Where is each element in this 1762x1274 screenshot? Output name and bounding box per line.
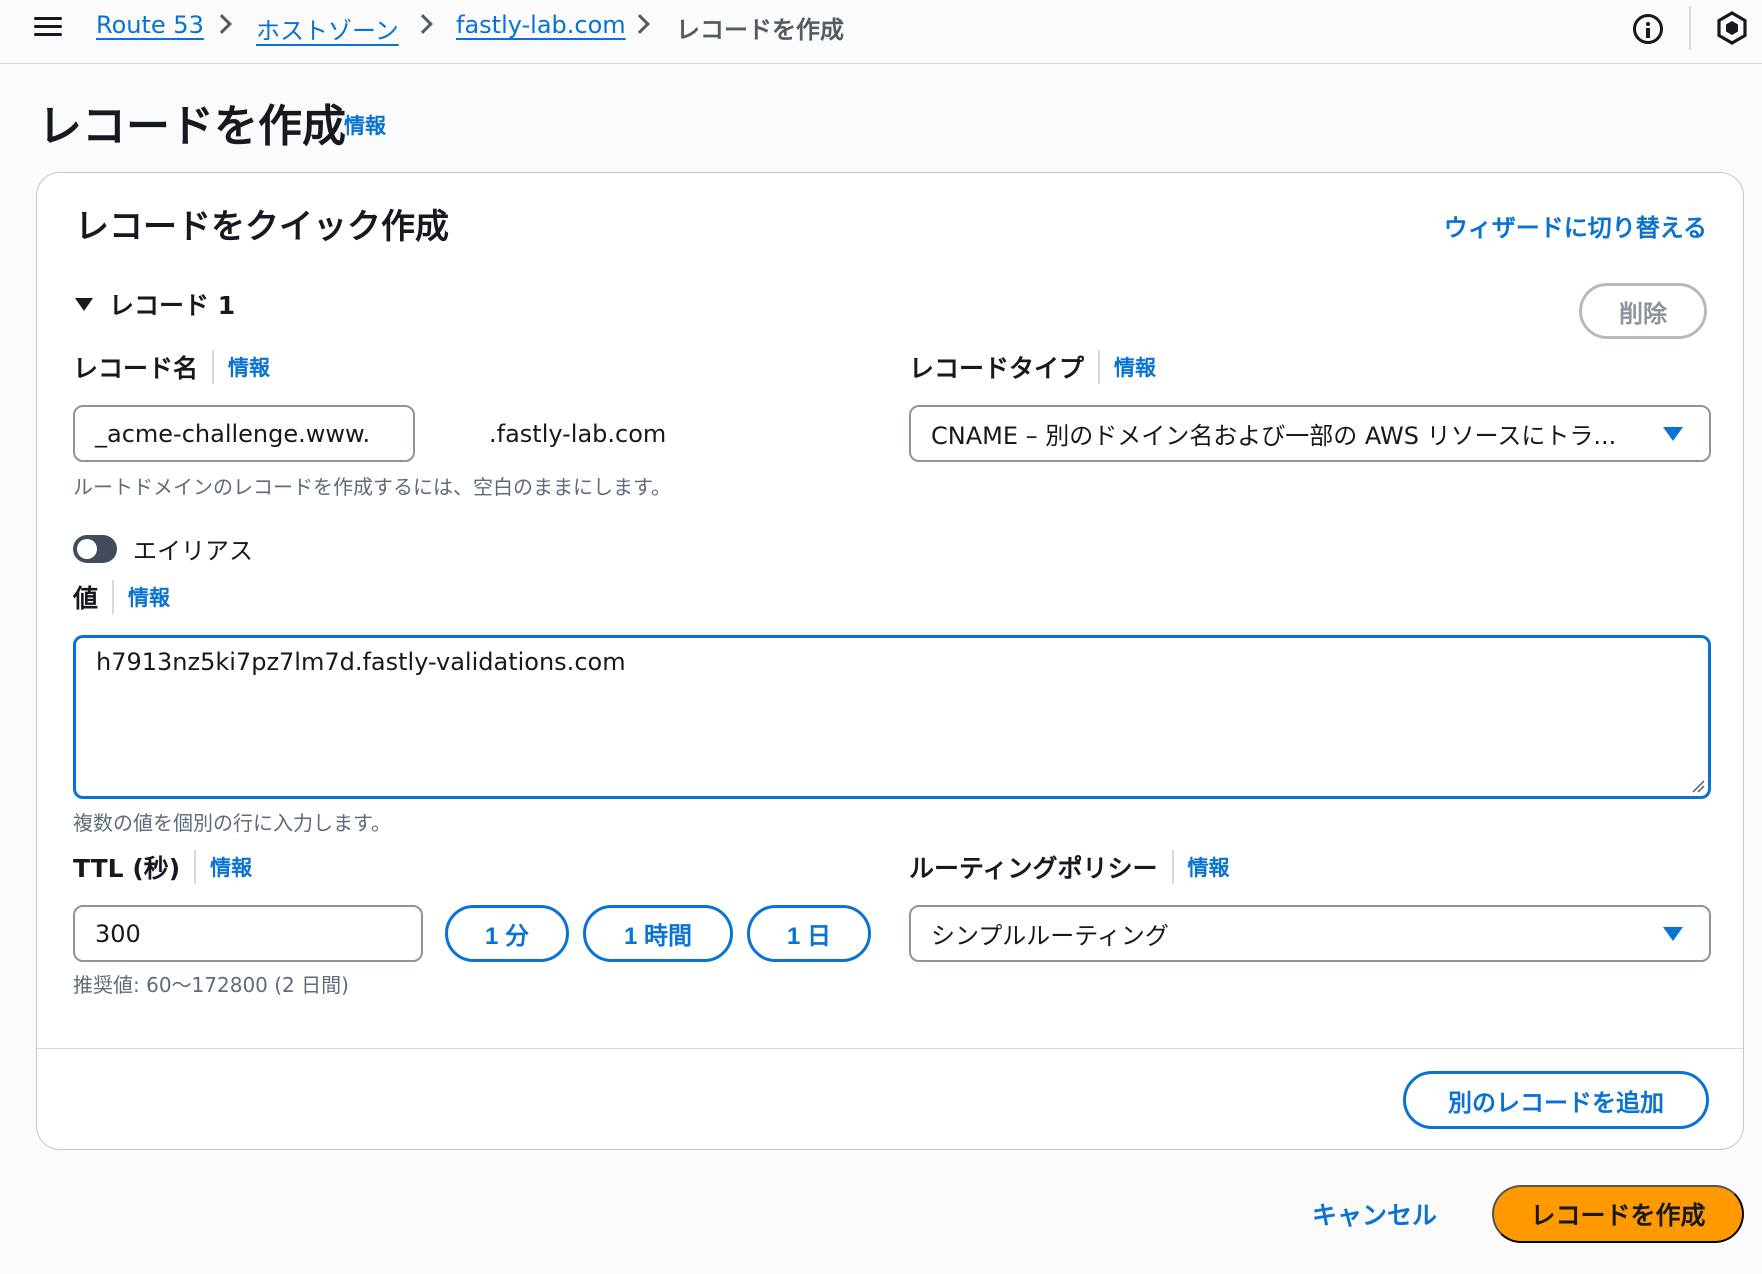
routing-policy-info-link[interactable]: 情報 (1188, 852, 1230, 882)
routing-policy-selected: シンプルルーティング (931, 922, 1169, 950)
value-text: h7913nz5ki7pz7lm7d.fastly-validations.co… (96, 648, 626, 676)
ttl-help: 推奨値: 60〜172800 (2 日間) (73, 973, 349, 997)
breadcrumb-chevron-icon (630, 14, 650, 34)
alias-toggle[interactable]: エイリアス (73, 531, 253, 566)
ttl-label-group: TTL (秒) 情報 (73, 849, 252, 885)
value-label-group: 値 情報 (73, 579, 170, 615)
label-divider (1171, 850, 1174, 884)
record-name-info-link[interactable]: 情報 (228, 352, 270, 382)
routing-policy-label-group: ルーティングポリシー 情報 (909, 849, 1230, 885)
ttl-label: TTL (秒) (73, 854, 181, 883)
domain-suffix: .fastly-lab.com (489, 420, 667, 448)
menu-icon[interactable] (34, 14, 62, 40)
ttl-input[interactable]: 300 (73, 905, 423, 962)
switch-to-wizard-link[interactable]: ウィザードに切り替える (1444, 208, 1707, 243)
page-title: レコードを作成 (38, 101, 346, 152)
settings-hex-icon[interactable] (1717, 11, 1747, 45)
breadcrumb-zone[interactable]: fastly-lab.com (456, 11, 626, 39)
page-info-link[interactable]: 情報 (344, 110, 386, 140)
value-textarea[interactable]: h7913nz5ki7pz7lm7d.fastly-validations.co… (73, 635, 1711, 799)
toggle-switch-icon (73, 534, 117, 563)
record-name-help: ルートドメインのレコードを作成するには、空白のままにします。 (73, 475, 671, 499)
value-label: 値 (73, 584, 99, 613)
top-navigation-bar: Route 53 ホストゾーン fastly-lab.com レコードを作成 (0, 0, 1762, 64)
value-help: 複数の値を個別の行に入力します。 (73, 811, 391, 835)
breadcrumb-hosted-zones[interactable]: ホストゾーン (256, 11, 399, 46)
record-header: レコード 1 (109, 291, 236, 320)
breadcrumb-chevron-icon (413, 14, 433, 34)
record-name-label: レコード名 (73, 354, 199, 383)
value-info-link[interactable]: 情報 (128, 582, 170, 612)
record-type-label: レコードタイプ (909, 354, 1085, 383)
record-type-select[interactable]: CNAME – 別のドメイン名および一部の AWS リソースにトラ... (909, 405, 1711, 462)
add-another-record-button[interactable]: 別のレコードを追加 (1403, 1071, 1709, 1129)
record-type-info-link[interactable]: 情報 (1114, 352, 1156, 382)
section-title: レコードをクイック作成 (75, 207, 449, 247)
routing-policy-label: ルーティングポリシー (909, 854, 1158, 883)
ttl-info-link[interactable]: 情報 (210, 852, 252, 882)
label-divider (1098, 350, 1101, 384)
info-icon[interactable] (1633, 14, 1663, 44)
ttl-1-hour-button[interactable]: 1 時間 (583, 905, 733, 962)
label-divider (112, 580, 115, 614)
record-type-selected: CNAME – 別のドメイン名および一部の AWS リソースにトラ... (931, 422, 1617, 450)
caret-down-icon (1663, 427, 1683, 441)
resize-grip-icon[interactable] (1691, 779, 1705, 793)
record-name-label-group: レコード名 情報 (73, 349, 270, 385)
caret-down-icon (1663, 927, 1683, 941)
caret-down-icon (75, 297, 93, 311)
record-type-label-group: レコードタイプ 情報 (909, 349, 1156, 385)
breadcrumb-chevron-icon (212, 14, 232, 34)
toolbar-divider (1689, 6, 1691, 50)
record-name-input[interactable]: _acme-challenge.www. (73, 405, 415, 462)
breadcrumb-route53[interactable]: Route 53 (96, 11, 204, 39)
delete-button[interactable]: 削除 (1579, 283, 1707, 339)
label-divider (212, 350, 215, 384)
routing-policy-select[interactable]: シンプルルーティング (909, 905, 1711, 962)
ttl-1-minute-button[interactable]: 1 分 (445, 905, 569, 962)
quick-create-container: レコードをクイック作成 ウィザードに切り替える レコード 1 削除 レコード名 … (36, 172, 1744, 1150)
alias-label: エイリアス (133, 537, 253, 565)
ttl-1-day-button[interactable]: 1 日 (747, 905, 871, 962)
label-divider (194, 850, 197, 884)
record-expand-toggle[interactable]: レコード 1 (75, 286, 235, 322)
cancel-button[interactable]: キャンセル (1312, 1196, 1437, 1232)
breadcrumb-current: レコードを作成 (676, 16, 844, 44)
container-divider (37, 1048, 1743, 1049)
create-record-button[interactable]: レコードを作成 (1492, 1185, 1744, 1243)
